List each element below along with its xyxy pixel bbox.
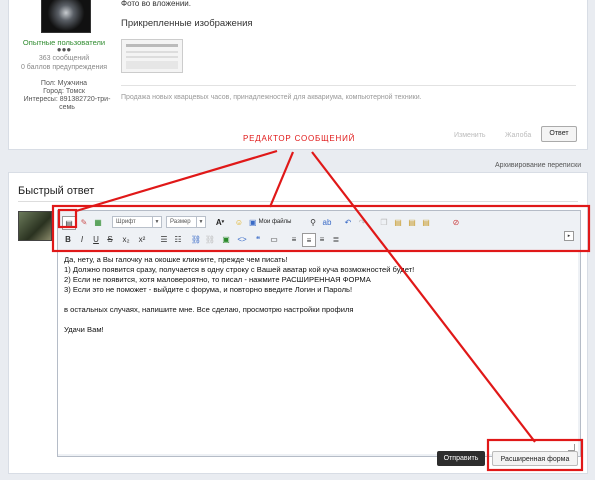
underline-icon[interactable]: U <box>90 233 102 245</box>
user-warnings: 0 баллов предупреждения <box>20 64 108 71</box>
bullet-list-icon[interactable]: ☰ <box>158 233 170 245</box>
user-city: Город: Томск <box>43 88 85 95</box>
my-files-label: Мои файлы <box>258 219 292 225</box>
undo-icon[interactable]: ↶ <box>342 216 354 228</box>
user-messages: 363 сообщений <box>38 55 90 62</box>
message-line: в остальных случаях, напишите мне. Все с… <box>64 305 354 314</box>
unlink-icon[interactable]: ⛓ <box>204 233 216 245</box>
signature: Продажа новых кварцевых часов, принадлеж… <box>121 94 422 101</box>
binoculars-icon[interactable]: ⚲ <box>307 216 319 228</box>
message-line: 3) Если это не поможет - выйдите с форум… <box>64 285 353 294</box>
strikethrough-icon[interactable]: S <box>104 233 116 245</box>
message-textarea[interactable]: Да, нету, а Вы галочку на окошке кликнит… <box>58 250 578 454</box>
font-select[interactable]: Шрифт ▼ <box>112 216 162 228</box>
eraser-icon[interactable]: ✎ <box>78 216 90 228</box>
message-line <box>64 295 572 305</box>
attachment-thumbnail[interactable] <box>121 39 183 73</box>
message-line: Да, нету, а Вы галочку на окошке кликнит… <box>64 255 288 264</box>
size-select[interactable]: Размер ▼ <box>166 216 206 228</box>
complain-button[interactable]: Жалоба <box>505 132 531 139</box>
paste-icon[interactable]: ▤ <box>392 216 404 228</box>
font-select-label: Шрифт <box>116 219 136 225</box>
change-button[interactable]: Изменить <box>454 132 486 139</box>
image-icon[interactable]: ▣ <box>220 233 232 245</box>
table-icon[interactable]: ▦ <box>92 216 104 228</box>
chevron-down-icon: ▼ <box>152 217 161 227</box>
subscript-icon[interactable]: x₂ <box>120 233 132 245</box>
quick-reply-title: Быстрый ответ <box>18 185 95 197</box>
video-icon[interactable]: ▭ <box>268 233 280 245</box>
paste-text-icon[interactable]: ▤ <box>406 216 418 228</box>
post-panel: Опытные пользователи ●●● 363 сообщений 0… <box>8 0 588 150</box>
text-color-icon[interactable]: A ▾ <box>212 216 228 228</box>
message-line: Удачи Вам! <box>64 325 104 334</box>
reply-button[interactable]: Ответ <box>541 126 577 142</box>
align-left-icon[interactable]: ≡ <box>288 233 300 245</box>
superscript-icon[interactable]: x² <box>136 233 148 245</box>
size-select-label: Размер <box>170 219 191 225</box>
align-center-icon[interactable]: ≡ <box>302 233 316 247</box>
editor-annotation-label: РЕДАКТОР СООБЩЕНИЙ <box>243 134 356 143</box>
chevron-down-icon: ▼ <box>196 217 205 227</box>
paste-word-icon[interactable]: ▤ <box>420 216 432 228</box>
user-gender: Пол: Мужчина <box>40 80 88 87</box>
title-divider <box>18 201 578 202</box>
copy-icon[interactable]: ❐ <box>378 216 390 228</box>
replace-icon[interactable]: ab <box>321 216 333 228</box>
align-right-icon[interactable]: ≡ <box>316 233 328 245</box>
files-icon: ▣ <box>249 217 257 227</box>
avatar[interactable] <box>41 0 91 33</box>
attachments-title: Прикрепленные изображения <box>121 18 253 29</box>
redo-icon[interactable]: ↷ <box>356 216 368 228</box>
numbered-list-icon[interactable]: ☷ <box>172 233 184 245</box>
quote-icon[interactable]: ❝ <box>252 233 264 245</box>
reputation-dots: ●●● <box>56 45 72 54</box>
source-mode-icon[interactable]: ▤ <box>62 216 76 230</box>
send-button[interactable]: Отправить <box>437 451 485 466</box>
message-line: 1) Должно появится сразу, получается в о… <box>64 265 415 274</box>
message-line <box>64 315 572 325</box>
user-interests: Интересы: 891382720-три-семь <box>23 96 111 111</box>
italic-icon[interactable]: I <box>76 233 88 245</box>
extended-form-button[interactable]: Расширенная форма <box>492 451 578 466</box>
align-justify-icon[interactable]: ≣ <box>330 233 342 245</box>
code-icon[interactable]: <> <box>236 233 248 245</box>
link-icon[interactable]: ⛓ <box>190 233 202 245</box>
smiley-icon[interactable]: ☺ <box>233 216 245 228</box>
post-text: Фото во вложении. <box>121 0 191 8</box>
signature-divider <box>121 85 576 86</box>
resize-handle[interactable] <box>568 444 575 451</box>
my-files-button[interactable]: ▣ Мои файлы <box>249 216 291 228</box>
toolbar-collapse-icon[interactable]: ▸ <box>564 231 574 241</box>
archive-link[interactable]: Архивирование переписки <box>495 162 581 169</box>
reply-avatar[interactable] <box>18 211 52 241</box>
remove-format-icon[interactable]: ⊘ <box>450 216 462 228</box>
message-line: 2) Если не появится, хотя маловероятно, … <box>64 275 371 284</box>
editor: ▤ ✎ ▦ Шрифт ▼ Размер ▼ A ▾ ☺ ▣ Мои файлы … <box>57 210 581 457</box>
bold-icon[interactable]: B <box>62 233 74 245</box>
